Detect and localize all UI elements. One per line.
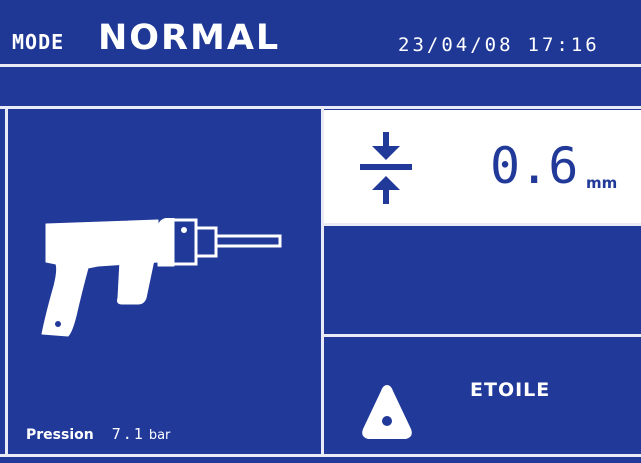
mode-value: NORMAL [98,18,281,58]
sheet-thickness-icon [360,132,412,204]
date-time: 23/04/08 17:16 [398,34,600,56]
date-text: 23/04/08 [398,34,514,56]
pressure-unit: bar [148,428,171,443]
time-text: 17:16 [527,34,600,56]
thickness-value: 0.6 [490,137,578,195]
triangle-electrode-icon [362,385,412,439]
welder-display: MODE NORMAL 23/04/08 17:16 Pression 7.1 bar [0,0,641,463]
thickness-unit: mm [586,174,618,192]
pressure-readout: Pression 7.1 bar [26,424,170,443]
tool-panel: Pression 7.1 bar [8,110,321,454]
header-bar: MODE NORMAL 23/04/08 17:16 [0,0,641,64]
spot-welding-gun-icon [41,218,282,337]
pressure-label: Pression [26,427,94,443]
mode-prefix: MODE [12,30,65,54]
electrode-panel[interactable]: ETOILE [324,337,641,454]
empty-panel [324,226,641,334]
electrode-label: ETOILE [470,379,551,401]
header-divider [0,64,641,67]
thickness-panel[interactable]: 0.6 mm [324,110,641,223]
pressure-value: 7.1 [111,425,145,443]
